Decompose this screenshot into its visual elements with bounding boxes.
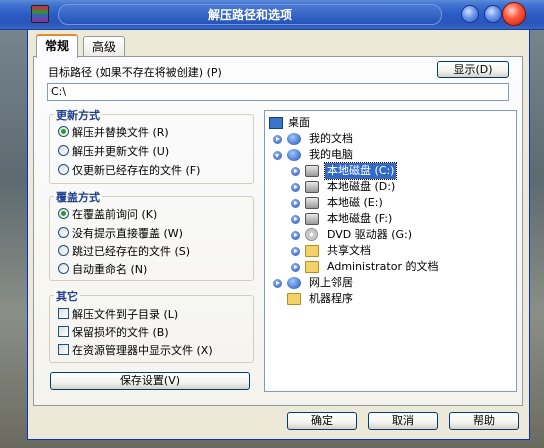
- expand-icon[interactable]: [291, 199, 300, 208]
- my-documents-icon: [287, 133, 301, 145]
- drive-icon: [305, 165, 319, 177]
- checkbox-keep-broken-files[interactable]: [58, 326, 69, 337]
- expand-icon[interactable]: [291, 231, 300, 240]
- folder-icon: [305, 261, 319, 273]
- window-title: 解压路径和选项: [58, 4, 442, 25]
- tab-advanced[interactable]: 高级: [83, 36, 126, 58]
- show-button[interactable]: 显示(D): [437, 61, 509, 78]
- tree-node-label: 本地磁盘 (D:): [327, 180, 396, 193]
- radio-update-existing[interactable]: [58, 164, 69, 175]
- tree-node-label: Administrator 的文档: [327, 260, 439, 273]
- label-extract-update[interactable]: 解压并更新文件 (U): [72, 143, 169, 159]
- tree-node-label: 机器程序: [309, 292, 353, 305]
- tree-node-label: 本地磁盘 (F:): [327, 212, 393, 225]
- desktop-icon: [269, 117, 283, 129]
- folder-icon: [305, 245, 319, 257]
- collapse-icon[interactable]: [273, 151, 282, 160]
- network-icon: [287, 277, 301, 289]
- drive-icon: [305, 197, 319, 209]
- folder-icon: [287, 293, 301, 305]
- label-keep-broken-files[interactable]: 保留损坏的文件 (B): [72, 324, 169, 340]
- label-overwrite-without-prompt[interactable]: 没有提示直接覆盖 (W): [72, 225, 183, 241]
- drive-icon: [305, 213, 319, 225]
- radio-extract-replace[interactable]: [58, 126, 69, 137]
- overwrite-mode-title: 覆盖方式: [54, 189, 102, 205]
- label-update-existing[interactable]: 仅更新已经存在的文件 (F): [72, 162, 200, 178]
- expand-icon[interactable]: [291, 247, 300, 256]
- label-show-in-explorer[interactable]: 在资源管理器中显示文件 (X): [72, 342, 213, 358]
- my-computer-icon: [287, 149, 301, 161]
- radio-ask-before-overwrite[interactable]: [58, 208, 69, 219]
- label-auto-rename[interactable]: 自动重命名 (N): [72, 261, 147, 277]
- tree-node-label: 共享文档: [327, 244, 371, 257]
- close-icon[interactable]: [502, 2, 526, 26]
- radio-extract-update[interactable]: [58, 145, 69, 156]
- expand-icon[interactable]: [273, 279, 282, 288]
- expand-icon[interactable]: [273, 135, 282, 144]
- tree-node-label: 我的电脑: [309, 148, 353, 161]
- label-skip-existing[interactable]: 跳过已经存在的文件 (S): [72, 243, 190, 259]
- checkbox-show-in-explorer[interactable]: [58, 344, 69, 355]
- tree-node-label: 本地磁 (E:): [327, 196, 383, 209]
- title-bar[interactable]: 解压路径和选项: [0, 0, 544, 30]
- expand-icon[interactable]: [291, 263, 300, 272]
- update-mode-title: 更新方式: [54, 107, 102, 123]
- folder-tree[interactable]: 桌面 我的文档 我的电脑 本地磁盘 (C:) 本地磁盘 (D:) 本地磁 (E:…: [264, 110, 517, 392]
- destination-path-label: 目标路径 (如果不存在将被创建) (P): [48, 66, 222, 79]
- drive-icon: [305, 181, 319, 193]
- misc-title: 其它: [54, 288, 80, 304]
- maximize-icon[interactable]: [484, 5, 502, 23]
- tree-node-label: 桌面: [288, 116, 310, 129]
- destination-path-value: C:\: [51, 85, 67, 98]
- help-button[interactable]: 帮助: [449, 412, 519, 430]
- label-extract-replace[interactable]: 解压并替换文件 (R): [72, 124, 169, 140]
- tree-node-label-selected: 本地磁盘 (C:): [323, 162, 398, 180]
- minimize-icon[interactable]: [461, 5, 479, 23]
- destination-path-input[interactable]: C:\: [47, 83, 509, 101]
- tab-general[interactable]: 常规: [36, 34, 79, 58]
- radio-overwrite-without-prompt[interactable]: [58, 227, 69, 238]
- tree-node-label: 网上邻居: [309, 276, 353, 289]
- tree-node-label: 我的文档: [309, 132, 353, 145]
- save-settings-button[interactable]: 保存设置(V): [50, 372, 250, 390]
- ok-button[interactable]: 确定: [287, 412, 357, 430]
- expand-icon[interactable]: [291, 167, 300, 176]
- cancel-button[interactable]: 取消: [368, 412, 438, 430]
- checkbox-extract-to-subfolders[interactable]: [58, 308, 69, 319]
- tree-node-label: DVD 驱动器 (G:): [327, 228, 413, 241]
- label-extract-to-subfolders[interactable]: 解压文件到子目录 (L): [72, 306, 178, 322]
- label-ask-before-overwrite[interactable]: 在覆盖前询问 (K): [72, 206, 157, 222]
- dvd-drive-icon: [305, 228, 318, 241]
- radio-skip-existing[interactable]: [58, 245, 69, 256]
- winrar-app-icon: [31, 5, 49, 23]
- radio-auto-rename[interactable]: [58, 263, 69, 274]
- expand-icon[interactable]: [291, 215, 300, 224]
- expand-icon[interactable]: [291, 183, 300, 192]
